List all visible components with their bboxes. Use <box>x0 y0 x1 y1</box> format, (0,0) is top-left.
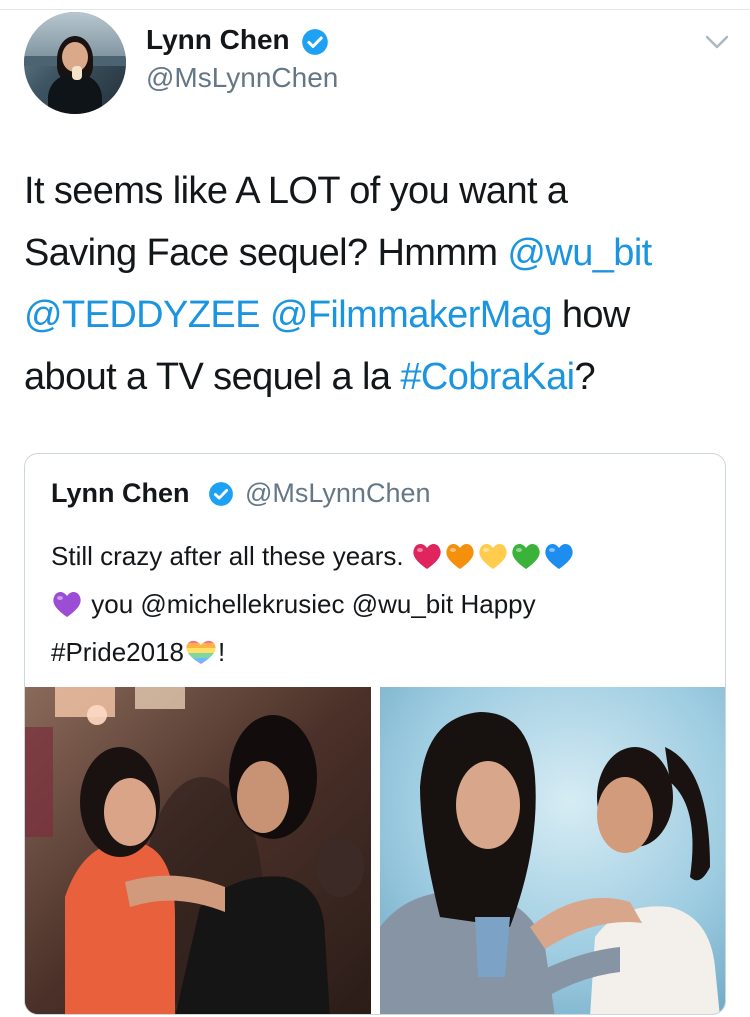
tweet-text-span: about a TV sequel a la <box>24 356 401 398</box>
tweet-text-span: It seems like A LOT of you want a <box>24 170 568 212</box>
heart-emojis <box>411 541 576 571</box>
heart-emoji-icon <box>53 591 81 617</box>
tweet-text-span: Saving Face sequel? Hmmm <box>24 232 508 274</box>
pride-hashtag[interactable]: #Pride2018 <box>51 637 184 667</box>
tweet-text-span: ? <box>574 356 596 398</box>
verified-badge-icon <box>209 482 233 506</box>
mention-link[interactable]: @TEDDYZEE <box>24 294 260 336</box>
tweet-text: It seems like A LOT of you want a Saving … <box>24 160 724 408</box>
quoted-tweet-text: Still crazy after all these years. you @… <box>51 532 711 676</box>
mention-link[interactable]: @FilmmakerMag <box>270 294 553 336</box>
mention-link[interactable]: @wu_bit <box>507 232 652 274</box>
hashtag-link[interactable]: #CobraKai <box>400 356 575 398</box>
tweet-text-span: how <box>551 294 631 336</box>
portrait-photo[interactable] <box>380 687 725 1014</box>
heart-emoji-icon <box>512 543 540 569</box>
top-divider <box>0 9 750 10</box>
tweet-text-line: It seems like A LOT of you want a <box>24 160 724 222</box>
quoted-author-handle: @MsLynnChen <box>245 478 431 508</box>
quoted-text-line: Still crazy after all these years. <box>51 532 711 580</box>
avatar[interactable] <box>24 12 126 114</box>
quoted-text-line: you @michellekrusiec @wu_bit Happy <box>51 580 711 628</box>
heart-emoji-icon <box>479 543 507 569</box>
tweet-text-line: Saving Face sequel? Hmmm @wu_bit <box>24 222 724 284</box>
heart-emoji-icon <box>446 543 474 569</box>
quoted-author-name: Lynn Chen <box>51 478 190 508</box>
tweet-text-line: @TEDDYZEE @FilmmakerMag how <box>24 284 724 346</box>
rainbow-heart-icon <box>186 640 216 664</box>
portrait-illustration <box>380 687 725 1014</box>
quoted-text-span: you @michellekrusiec @wu_bit Happy <box>91 589 536 619</box>
chevron-down-icon[interactable] <box>704 32 730 52</box>
author-handle[interactable]: @MsLynnChen <box>146 62 338 94</box>
quoted-tweet-card[interactable]: Lynn Chen @MsLynnChen Still crazy after … <box>24 453 726 1015</box>
heart-emoji-icon <box>545 543 573 569</box>
heart-emoji-icon <box>413 543 441 569</box>
purple-heart-emoji <box>51 589 84 619</box>
tweet-text-line: about a TV sequel a la #CobraKai? <box>24 346 724 408</box>
movie-still-illustration <box>25 687 371 1014</box>
author-name[interactable]: Lynn Chen <box>146 24 290 56</box>
quoted-text-span: Still crazy after all these years. <box>51 541 404 571</box>
tweet-text-span <box>260 294 270 336</box>
movie-still-photo[interactable] <box>25 687 371 1014</box>
quoted-text-span: ! <box>218 637 226 667</box>
verified-badge-icon <box>302 29 328 55</box>
quoted-text-line: #Pride2018 ! <box>51 628 711 676</box>
